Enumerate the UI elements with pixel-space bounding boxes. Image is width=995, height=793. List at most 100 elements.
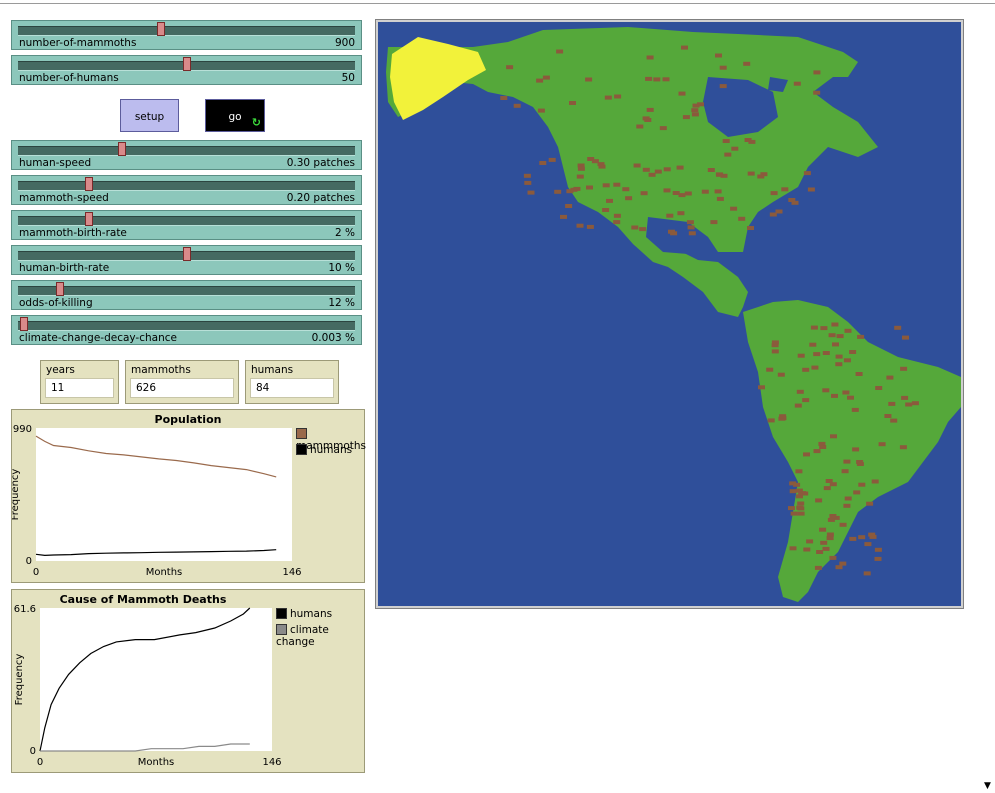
mammoth-agent [814, 565, 822, 570]
slider-number-of-humans[interactable]: number-of-humans 50 [11, 55, 362, 85]
forever-icon: ↻ [251, 116, 261, 129]
mammoth-deaths-plot: Cause of Mammoth Deaths 61.6 0 0 146 Months F… [11, 589, 365, 773]
mammoth-agent [813, 449, 821, 454]
mammoth-agent [844, 496, 852, 501]
slider-number-of-mammoths[interactable]: number-of-mammoths 900 [11, 20, 362, 50]
monitor-label: mammoths [131, 364, 191, 376]
world-map[interactable] [378, 22, 961, 606]
slider-odds-of-killing[interactable]: odds-of-killing 12 % [11, 280, 362, 310]
go-button[interactable]: go ↻ [205, 99, 265, 132]
mammoth-agent [890, 418, 898, 423]
mammoth-agent [835, 354, 843, 359]
mammoth-agent [863, 571, 871, 576]
mammoth-agent [900, 366, 908, 371]
slider-track[interactable] [18, 26, 355, 36]
slider-track[interactable] [18, 216, 355, 226]
mammoth-agent [849, 350, 857, 354]
mammoth-agent [523, 173, 531, 178]
y-max-tick: 61.6 [14, 604, 36, 615]
slider-value: 2 % [335, 227, 355, 239]
mammoth-agent [715, 53, 722, 58]
mammoth-agent [827, 517, 835, 522]
mammoth-agent [822, 546, 830, 551]
mammoth-agent [542, 75, 550, 80]
mammoth-agent [714, 189, 722, 194]
mammoth-agent [636, 124, 644, 129]
legend-label: humans [310, 444, 353, 456]
mammoth-agent [639, 227, 647, 232]
slider-value: 900 [334, 37, 355, 49]
mammoth-agent [771, 349, 779, 354]
mammoth-agent [720, 173, 728, 178]
mammoth-agent [678, 193, 686, 198]
slider-human-birth-rate[interactable]: human-birth-rate 10 % [11, 245, 362, 275]
y-max-tick: 990 [13, 424, 32, 435]
slider-thumb[interactable] [20, 317, 28, 331]
mammoth-agent [843, 358, 851, 363]
world-view[interactable] [375, 19, 964, 609]
slider-mammoth-speed[interactable]: mammoth-speed 0.20 patches [11, 175, 362, 205]
mammoth-agent [659, 126, 667, 131]
population-plot: Population 990 0 0 146 Months Frequency mammm… [11, 409, 366, 583]
mammoth-agent [769, 212, 777, 217]
monitor-mammoths: mammoths 626 [125, 360, 239, 404]
mammoth-agent [536, 78, 544, 83]
slider-mammoth-birth-rate[interactable]: mammoth-birth-rate 2 % [11, 210, 362, 240]
mammoth-agent [697, 102, 704, 107]
mammoth-agent [829, 555, 837, 560]
mammoth-agent [604, 95, 612, 100]
mammoth-agent [730, 206, 738, 211]
slider-thumb[interactable] [156, 22, 165, 36]
mammoth-agent [653, 77, 661, 82]
mammoth-agent [646, 55, 654, 60]
slider-thumb[interactable] [85, 177, 94, 191]
monitor-value: 626 [130, 378, 234, 398]
slider-thumb[interactable] [117, 142, 126, 156]
mammoth-agent [676, 165, 684, 170]
slider-label: mammoth-speed [19, 192, 109, 204]
slider-label: number-of-mammoths [19, 37, 137, 49]
mammoth-agent [803, 452, 810, 457]
slider-track[interactable] [18, 286, 355, 296]
scroll-down-icon[interactable]: ▼ [984, 781, 991, 791]
mammoth-agent [818, 441, 826, 446]
slider-track[interactable] [18, 181, 355, 191]
mammoth-agent [836, 334, 844, 339]
legend-item-climate-change: climate change [276, 624, 364, 648]
mammoth-agent [663, 167, 671, 172]
slider-thumb[interactable] [55, 282, 64, 296]
mammoth-agent [825, 479, 833, 483]
mammoth-agent [874, 556, 882, 561]
mammoth-agent [829, 514, 837, 518]
mammoth-agent [576, 223, 584, 228]
setup-button[interactable]: setup [120, 99, 179, 132]
mammoth-agent [807, 187, 815, 192]
mammoth-agent [686, 220, 694, 225]
mammoth-agent [560, 214, 567, 219]
mammoth-agent [802, 398, 810, 403]
mammoth-agent [835, 565, 843, 570]
mammoth-agent [806, 539, 814, 544]
mammoth-agent [587, 157, 595, 161]
mammoth-agent [843, 503, 851, 508]
x-min-tick: 0 [33, 567, 39, 578]
slider-thumb[interactable] [183, 247, 191, 261]
mammoth-agent [857, 334, 865, 339]
mammoth-agent [687, 225, 695, 230]
vertical-scrollbar[interactable]: ▼ [982, 4, 995, 793]
slider-human-speed[interactable]: human-speed 0.30 patches [11, 140, 362, 170]
mammoth-agent [716, 196, 724, 201]
slider-thumb[interactable] [85, 212, 94, 226]
slider-track[interactable] [18, 321, 355, 331]
mammoth-agent [684, 191, 692, 196]
mammoth-agent [853, 490, 861, 495]
slider-thumb[interactable] [183, 57, 191, 71]
legend-swatch [296, 428, 307, 439]
mammoth-agent [648, 172, 656, 177]
slider-climate-change-decay-chance[interactable]: climate-change-decay-chance 0.003 % [11, 315, 362, 345]
mammoth-agent [731, 146, 739, 151]
mammoth-agent [722, 139, 730, 143]
mammoth-agent [798, 491, 806, 496]
slider-track[interactable] [18, 146, 355, 156]
mammoth-agent [820, 540, 828, 545]
